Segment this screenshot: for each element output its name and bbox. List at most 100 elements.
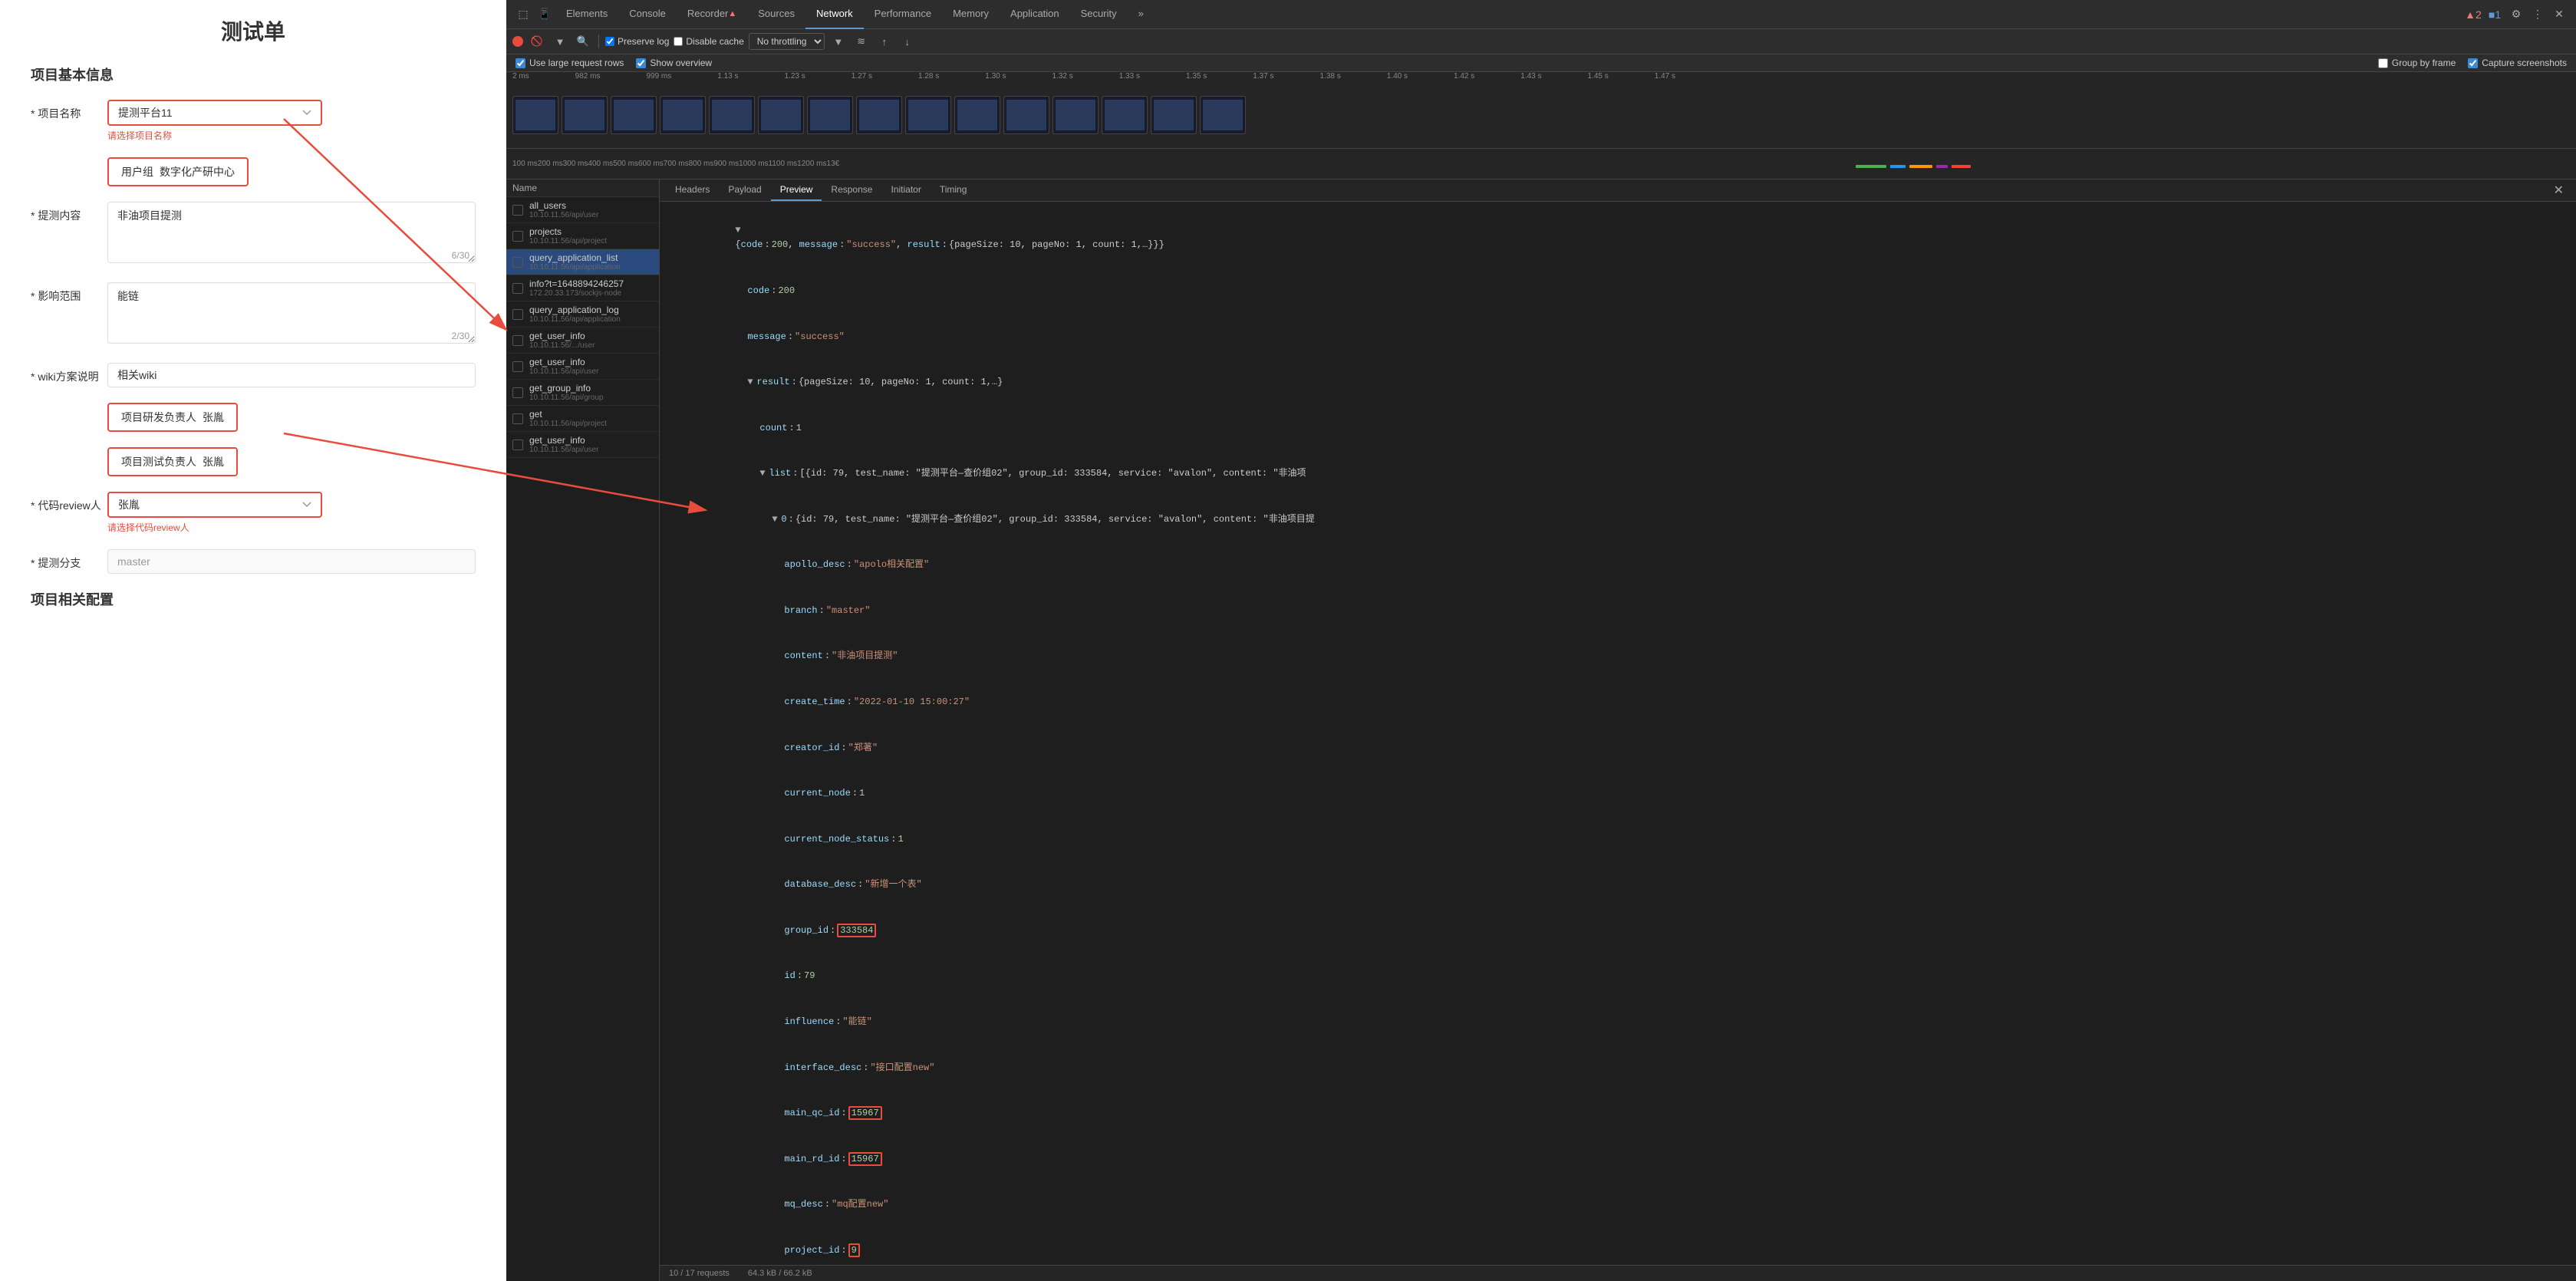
filter-icon[interactable]: ▼ bbox=[551, 32, 569, 51]
section-basic-title: 项目基本信息 bbox=[31, 64, 476, 84]
import-icon[interactable]: ↑ bbox=[875, 32, 894, 51]
tl-113s: 1.13 s bbox=[717, 72, 738, 81]
user-group-button[interactable]: 用户组 数字化产研中心 bbox=[107, 157, 249, 186]
wf-300: 300 ms bbox=[563, 160, 588, 168]
clear-icon[interactable]: 🚫 bbox=[528, 32, 546, 51]
network-item-info[interactable]: info?t=1648894246257 172.20.33.173/sockj… bbox=[506, 275, 659, 301]
network-item-user2[interactable]: get_user_info 10.10.11.56/api/user bbox=[506, 354, 659, 380]
influence-label: * 影响范围 bbox=[31, 282, 107, 304]
content-row: * 提测内容 非油项目提测 6/30 bbox=[31, 202, 476, 267]
item-url-info: 172.20.33.173/sockjs-node bbox=[529, 289, 653, 298]
tab-memory[interactable]: Memory bbox=[942, 0, 1000, 29]
wf-500: 500 ms bbox=[613, 160, 638, 168]
branch-row: * 提测分支 master bbox=[31, 549, 476, 574]
devtools-panel: ⬚ 📱 Elements Console Recorder ▲ Sources … bbox=[506, 0, 2576, 1281]
settings-icon[interactable]: ⚙ bbox=[2505, 4, 2527, 25]
tl-138s: 1.38 s bbox=[1320, 72, 1341, 81]
tab-response[interactable]: Response bbox=[822, 179, 881, 201]
wf-1100: 1100 ms bbox=[769, 160, 798, 168]
thumb-6 bbox=[758, 96, 804, 134]
tl-130s: 1.30 s bbox=[985, 72, 1006, 81]
tab-timing[interactable]: Timing bbox=[931, 179, 977, 201]
tab-more[interactable]: » bbox=[1128, 0, 1155, 29]
tab-console[interactable]: Console bbox=[618, 0, 677, 29]
tl-127s: 1.27 s bbox=[852, 72, 872, 81]
wf-100: 100 ms bbox=[512, 160, 538, 168]
preserve-log-checkbox[interactable]: Preserve log bbox=[605, 36, 669, 47]
group-by-frame-option[interactable]: Group by frame bbox=[2378, 58, 2456, 68]
wf-200: 200 ms bbox=[538, 160, 563, 168]
user-group-label-text: 用户组 bbox=[121, 164, 153, 179]
item-check-projects bbox=[512, 231, 523, 242]
timeline-waterfall: 100 ms 200 ms 300 ms 400 ms 500 ms 600 m… bbox=[506, 149, 2576, 179]
tab-sources[interactable]: Sources bbox=[747, 0, 805, 29]
wf-400: 400 ms bbox=[588, 160, 613, 168]
more-options-icon[interactable]: ⋮ bbox=[2527, 4, 2548, 25]
tab-recorder[interactable]: Recorder ▲ bbox=[677, 0, 747, 29]
project-name-select[interactable]: 提测平台11 bbox=[107, 100, 322, 126]
network-item-user3[interactable]: get_user_info 10.10.11.56/api/user bbox=[506, 432, 659, 458]
network-item-query-log[interactable]: query_application_log 10.10.11.56/api/ap… bbox=[506, 301, 659, 328]
project-name-hint: 请选择项目名称 bbox=[107, 129, 476, 142]
inspect-icon[interactable]: ⬚ bbox=[512, 4, 534, 25]
content-textarea[interactable]: 非油项目提测 bbox=[107, 202, 476, 263]
thumb-13 bbox=[1102, 96, 1148, 134]
export-icon[interactable]: ↓ bbox=[898, 32, 917, 51]
tab-elements[interactable]: Elements bbox=[555, 0, 618, 29]
search-icon[interactable]: 🔍 bbox=[574, 32, 592, 51]
throttle-select[interactable]: No throttling bbox=[749, 33, 825, 50]
alerts-icon[interactable]: ▲2 bbox=[2462, 4, 2484, 25]
capture-screenshots-option[interactable]: Capture screenshots bbox=[2468, 58, 2567, 68]
device-icon[interactable]: 📱 bbox=[534, 4, 555, 25]
disable-cache-checkbox[interactable]: Disable cache bbox=[674, 36, 743, 47]
json-summary: ▼ {code:200, message:"success", result:{… bbox=[669, 208, 2567, 268]
wf-1000: 1000 ms bbox=[739, 160, 768, 168]
large-rows-label: Use large request rows bbox=[529, 58, 624, 68]
large-rows-option[interactable]: Use large request rows bbox=[516, 58, 624, 68]
test-owner-button[interactable]: 项目测试负责人 张胤 bbox=[107, 447, 238, 476]
item-url-query-log: 10.10.11.56/api/application bbox=[529, 315, 653, 324]
detail-panel: Headers Payload Preview Response Initiat… bbox=[660, 179, 2576, 1281]
json-main-rd-id: main_rd_id:15967 bbox=[669, 1136, 2567, 1182]
network-conditions-icon[interactable]: ≋ bbox=[852, 32, 871, 51]
wiki-input[interactable] bbox=[107, 363, 476, 387]
tab-initiator[interactable]: Initiator bbox=[881, 179, 930, 201]
record-button[interactable] bbox=[512, 36, 523, 47]
toggle-list[interactable]: ▼ bbox=[759, 466, 769, 481]
detail-close-button[interactable]: ✕ bbox=[2548, 179, 2570, 201]
tab-performance[interactable]: Performance bbox=[864, 0, 942, 29]
close-icon[interactable]: ✕ bbox=[2548, 4, 2570, 25]
network-item-group[interactable]: get_group_info 10.10.11.56/api/group bbox=[506, 380, 659, 406]
status-size: 64.3 kB / 66.2 kB bbox=[748, 1269, 812, 1278]
tab-preview[interactable]: Preview bbox=[771, 179, 822, 201]
network-item-user1[interactable]: get_user_info 10.10.11.56/.../user bbox=[506, 328, 659, 354]
influence-textarea[interactable]: 能链 bbox=[107, 282, 476, 344]
toggle-item0[interactable]: ▼ bbox=[772, 512, 781, 527]
toggle-root[interactable]: ▼ bbox=[735, 223, 744, 238]
item-check-query-log bbox=[512, 309, 523, 320]
content-control: 非油项目提测 6/30 bbox=[107, 202, 476, 267]
tl-999ms: 999 ms bbox=[646, 72, 671, 81]
thumb-3 bbox=[611, 96, 657, 134]
network-item-query-app[interactable]: query_application_list 10.10.11.56/api/a… bbox=[506, 249, 659, 275]
tab-application[interactable]: Application bbox=[1000, 0, 1070, 29]
throttle-icon[interactable]: ▼ bbox=[829, 32, 848, 51]
reviewer-select[interactable]: 张胤 bbox=[107, 492, 322, 518]
dev-owner-button[interactable]: 项目研发负责人 张胤 bbox=[107, 403, 238, 432]
toggle-result[interactable]: ▼ bbox=[747, 375, 756, 390]
detail-tabs: Headers Payload Preview Response Initiat… bbox=[660, 179, 2576, 202]
wf-900: 900 ms bbox=[713, 160, 739, 168]
info-badge[interactable]: ■1 bbox=[2484, 4, 2505, 25]
tl-135s: 1.35 s bbox=[1186, 72, 1207, 81]
network-item-get[interactable]: get 10.10.11.56/api/project bbox=[506, 406, 659, 432]
item-name-projects: projects bbox=[529, 226, 653, 237]
tab-headers[interactable]: Headers bbox=[666, 179, 719, 201]
network-item-projects[interactable]: projects 10.10.11.56/api/project bbox=[506, 223, 659, 249]
tab-network[interactable]: Network bbox=[805, 0, 864, 29]
content-textarea-wrapper: 非油项目提测 6/30 bbox=[107, 202, 476, 267]
network-item-all-users[interactable]: all_users 10.10.11.56/api/user bbox=[506, 197, 659, 223]
thumb-5 bbox=[709, 96, 755, 134]
tab-payload[interactable]: Payload bbox=[719, 179, 770, 201]
tab-security[interactable]: Security bbox=[1070, 0, 1128, 29]
show-overview-option[interactable]: Show overview bbox=[636, 58, 712, 68]
